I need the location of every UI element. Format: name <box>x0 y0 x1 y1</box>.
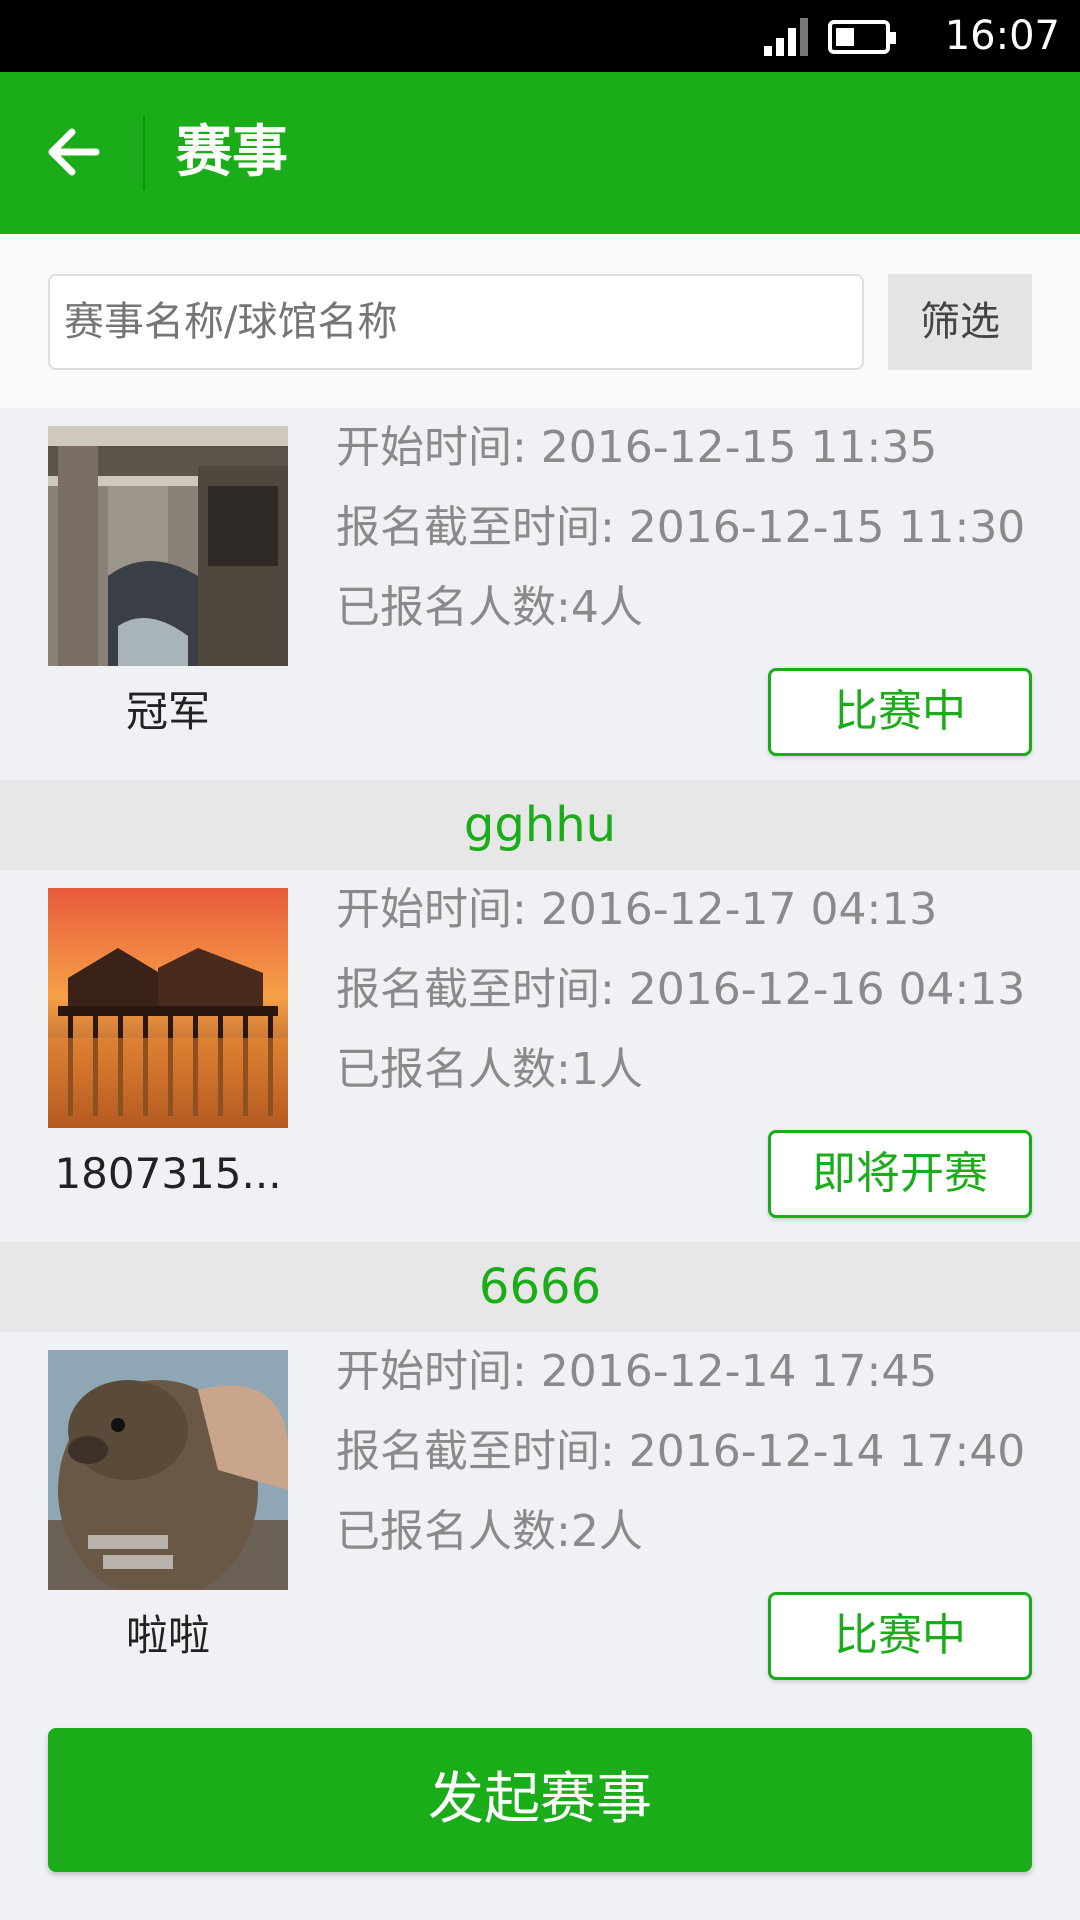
event-status-button[interactable]: 即将开赛 <box>768 1130 1032 1218</box>
event-count: 已报名人数:4人 <box>336 582 643 633</box>
event-name-header: gghhu <box>0 780 1080 870</box>
battery-icon <box>828 20 896 54</box>
event-caption: 1807315... <box>54 1149 282 1198</box>
event-deadline: 报名截至时间: 2016-12-14 17:40 <box>336 1426 1026 1477</box>
event-status-button[interactable]: 比赛中 <box>768 1592 1032 1680</box>
event-count: 已报名人数:2人 <box>336 1506 643 1557</box>
event-card[interactable]: 冠军 开始时间: 2016-12-15 11:35 报名截至时间: 2016-1… <box>0 408 1080 780</box>
event-start-time: 开始时间: 2016-12-15 11:35 <box>336 422 938 473</box>
event-card[interactable]: 1807315... 开始时间: 2016-12-17 04:13 报名截至时间… <box>0 870 1080 1242</box>
event-start-time: 开始时间: 2016-12-17 04:13 <box>336 884 938 935</box>
event-start-time: 开始时间: 2016-12-14 17:45 <box>336 1346 938 1397</box>
signal-icon <box>764 18 812 56</box>
event-name-header: 6666 <box>0 1242 1080 1332</box>
event-deadline: 报名截至时间: 2016-12-15 11:30 <box>336 502 1026 553</box>
event-image <box>48 888 288 1128</box>
event-caption: 冠军 <box>125 687 210 736</box>
page-title: 赛事 <box>176 120 288 185</box>
event-deadline: 报名截至时间: 2016-12-16 04:13 <box>336 964 1026 1015</box>
event-caption: 啦啦 <box>125 1611 210 1660</box>
filter-button[interactable]: 筛选 <box>888 274 1032 370</box>
event-count: 已报名人数:1人 <box>336 1044 643 1095</box>
event-image <box>48 1350 288 1590</box>
status-time: 16:07 <box>944 13 1060 59</box>
event-status-button[interactable]: 比赛中 <box>768 668 1032 756</box>
search-input[interactable] <box>48 274 864 370</box>
launch-event-button[interactable]: 发起赛事 <box>48 1728 1032 1872</box>
app-bar: 赛事 <box>0 72 1080 234</box>
app-bar-divider <box>143 116 145 190</box>
status-bar: 16:07 <box>0 0 1080 72</box>
event-card[interactable]: 啦啦 开始时间: 2016-12-14 17:45 报名截至时间: 2016-1… <box>0 1332 1080 1704</box>
event-image <box>48 426 288 666</box>
arrow-left-icon[interactable] <box>44 122 104 182</box>
search-bar: 筛选 <box>0 234 1080 408</box>
